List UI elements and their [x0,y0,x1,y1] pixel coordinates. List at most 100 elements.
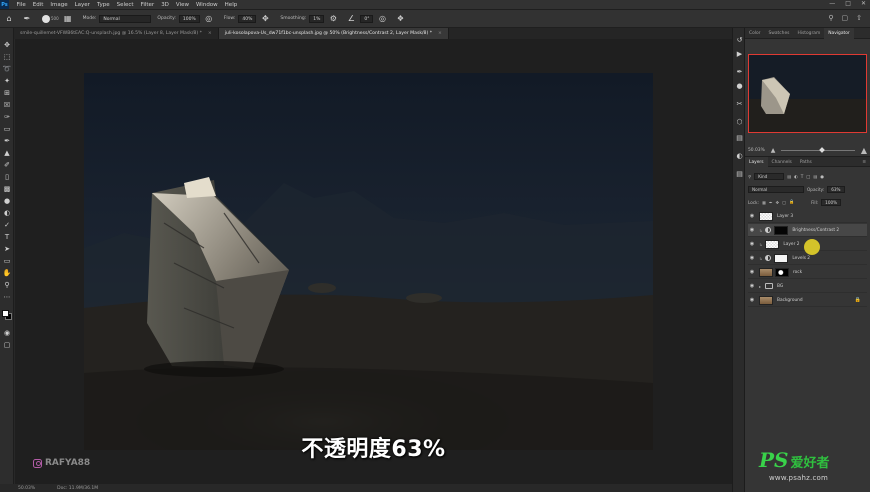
tab-channels[interactable]: Channels [768,157,796,168]
navigator-zoom-slider[interactable] [781,146,855,153]
more-tools-icon[interactable]: ⋯ [2,292,12,302]
marquee-tool-icon[interactable]: ⬚ [2,52,12,62]
frame-tool-icon[interactable]: ☒ [2,100,12,110]
menu-help[interactable]: Help [221,2,241,8]
visibility-eye-icon[interactable]: ◉ [748,297,756,303]
menu-3d[interactable]: 3D [158,2,173,8]
layer-row-brightness-contrast-2[interactable]: ◉ ↳ Brightness/Contrast 2 [748,224,867,237]
navigator-view-box[interactable] [748,54,867,133]
canvas-area[interactable]: 不透明度63% RAFYA88 [15,39,732,484]
visibility-eye-icon[interactable]: ◉ [748,227,756,233]
layer-name[interactable]: rock [793,270,802,275]
tab-close-icon[interactable]: × [438,31,442,36]
mode-select[interactable]: Normal [99,14,152,23]
workspace-icon[interactable]: ▢ [842,14,849,22]
search-icon[interactable]: ⚲ [828,14,833,22]
layer-row-layer-3[interactable]: ◉ Layer 3 [748,210,867,223]
brush-tool-icon[interactable]: ✒ [22,14,32,24]
gradient-tool-icon[interactable]: ▩ [2,184,12,194]
brush-preset-picker[interactable] [42,14,50,23]
visibility-eye-icon[interactable]: ◉ [748,213,756,219]
brush-tool-icon[interactable]: ✒ [2,136,12,146]
type-tool-icon[interactable]: T [2,232,12,242]
tab-layers[interactable]: Layers [745,157,768,168]
status-zoom[interactable]: 50.03% [18,486,35,491]
panel-menu-icon[interactable]: ≡ [862,157,866,166]
zoom-out-icon[interactable]: ▲ [771,147,776,154]
tab-navigator[interactable]: Navigator [824,28,854,39]
zoom-slider-handle[interactable] [818,146,825,153]
clone-stamp-tool-icon[interactable]: ▲ [2,148,12,158]
lock-transparency-icon[interactable]: ▦ [762,200,766,205]
navigator-preview[interactable] [748,54,867,133]
filter-smart-object-icon[interactable]: ▤ [813,174,817,179]
lock-position-icon[interactable]: ✥ [775,200,779,205]
layer-row-rock[interactable]: ◉ rock [748,266,867,279]
layer-row-background[interactable]: ◉ Background 🔒 [748,294,867,307]
share-icon[interactable]: ⇧ [856,14,862,22]
lock-artboard-icon[interactable]: ▢ [782,200,786,205]
rectangle-tool-icon[interactable]: ▭ [2,256,12,266]
layer-fill-field[interactable]: 100% [821,198,842,206]
lock-all-icon[interactable]: 🔒 [789,199,794,205]
tool-presets-icon[interactable]: ✂ [735,100,744,109]
symmetry-icon[interactable]: ❖ [395,14,405,24]
healing-brush-tool-icon[interactable]: ▭ [2,124,12,134]
group-expand-chevron-icon[interactable]: ▸ [759,284,761,289]
airbrush-icon[interactable]: ✥ [260,14,270,24]
layer-name[interactable]: Background [777,298,803,303]
brushes-panel-icon[interactable]: ● [735,82,744,91]
navigator-zoom-value[interactable]: 50.03% [748,148,765,153]
layer-mask-thumbnail[interactable] [774,225,789,235]
adjustments-panel-icon[interactable]: ◐ [735,152,744,161]
tab-close-icon[interactable]: × [208,31,212,36]
tab-document-2[interactable]: juli-kosolapova-Us_dw71f1bc-unsplash.jpg… [218,28,449,39]
menu-view[interactable]: View [172,2,192,8]
layer-mask-thumbnail[interactable] [775,267,789,277]
properties-panel-icon[interactable]: ▤ [735,134,744,143]
minimize-icon[interactable]: — [829,0,835,7]
layer-mask-thumbnail[interactable] [774,253,789,263]
pressure-size-icon[interactable]: ◎ [377,14,387,24]
menu-layer[interactable]: Layer [71,2,93,8]
close-icon[interactable]: ✕ [861,0,866,7]
layer-name[interactable]: Brightness/Contrast 2 [792,228,839,233]
layer-filter-kind[interactable]: Kind [754,172,785,180]
smoothing-field[interactable]: 1% [309,14,325,23]
lock-pixels-icon[interactable]: ✒ [769,200,773,205]
restore-icon[interactable]: □ [845,0,851,7]
quick-mask-icon[interactable]: ◉ [2,328,12,338]
smoothing-options-gear-icon[interactable]: ⚙ [328,14,338,24]
visibility-eye-icon[interactable]: ◉ [748,283,756,289]
dodge-tool-icon[interactable]: ◐ [2,208,12,218]
hand-tool-icon[interactable]: ✋ [2,268,12,278]
tab-paths[interactable]: Paths [796,157,816,168]
eraser-tool-icon[interactable]: ▯ [2,172,12,182]
foreground-color-swatch[interactable] [2,310,9,317]
menu-select[interactable]: Select [113,2,137,8]
menu-filter[interactable]: Filter [137,2,158,8]
layer-name[interactable]: BG [777,284,783,289]
tab-swatches[interactable]: Swatches [764,28,793,39]
tab-color[interactable]: Color [745,28,764,39]
angle-field[interactable]: 0° [360,14,374,23]
actions-panel-icon[interactable]: ▶ [735,50,744,59]
menu-window[interactable]: Window [192,2,221,8]
menu-file[interactable]: File [13,2,29,8]
tab-document-1[interactable]: smile-quillemet-VFWB6tEAC:Q-unsplash.jpg… [14,28,219,39]
layer-row-bg-group[interactable]: ◉ ▸ BG [748,280,867,293]
filter-shape-icon[interactable]: □ [806,174,810,179]
document-image[interactable] [84,73,653,450]
pen-tool-icon[interactable]: ✓ [2,220,12,230]
zoom-tool-icon[interactable]: ⚲ [2,280,12,290]
visibility-eye-icon[interactable]: ◉ [748,241,756,247]
blur-tool-icon[interactable]: ● [2,196,12,206]
layer-opacity-field[interactable]: 63% [827,185,845,193]
history-brush-tool-icon[interactable]: ✐ [2,160,12,170]
flow-field[interactable]: 40% [238,14,257,23]
filter-adjustment-icon[interactable]: ◐ [794,174,798,179]
zoom-in-icon[interactable]: ▲ [861,146,867,155]
magic-wand-tool-icon[interactable]: ✦ [2,76,12,86]
brush-settings-icon[interactable]: ▦ [63,14,73,24]
libraries-panel-icon[interactable]: ▤ [735,170,744,179]
